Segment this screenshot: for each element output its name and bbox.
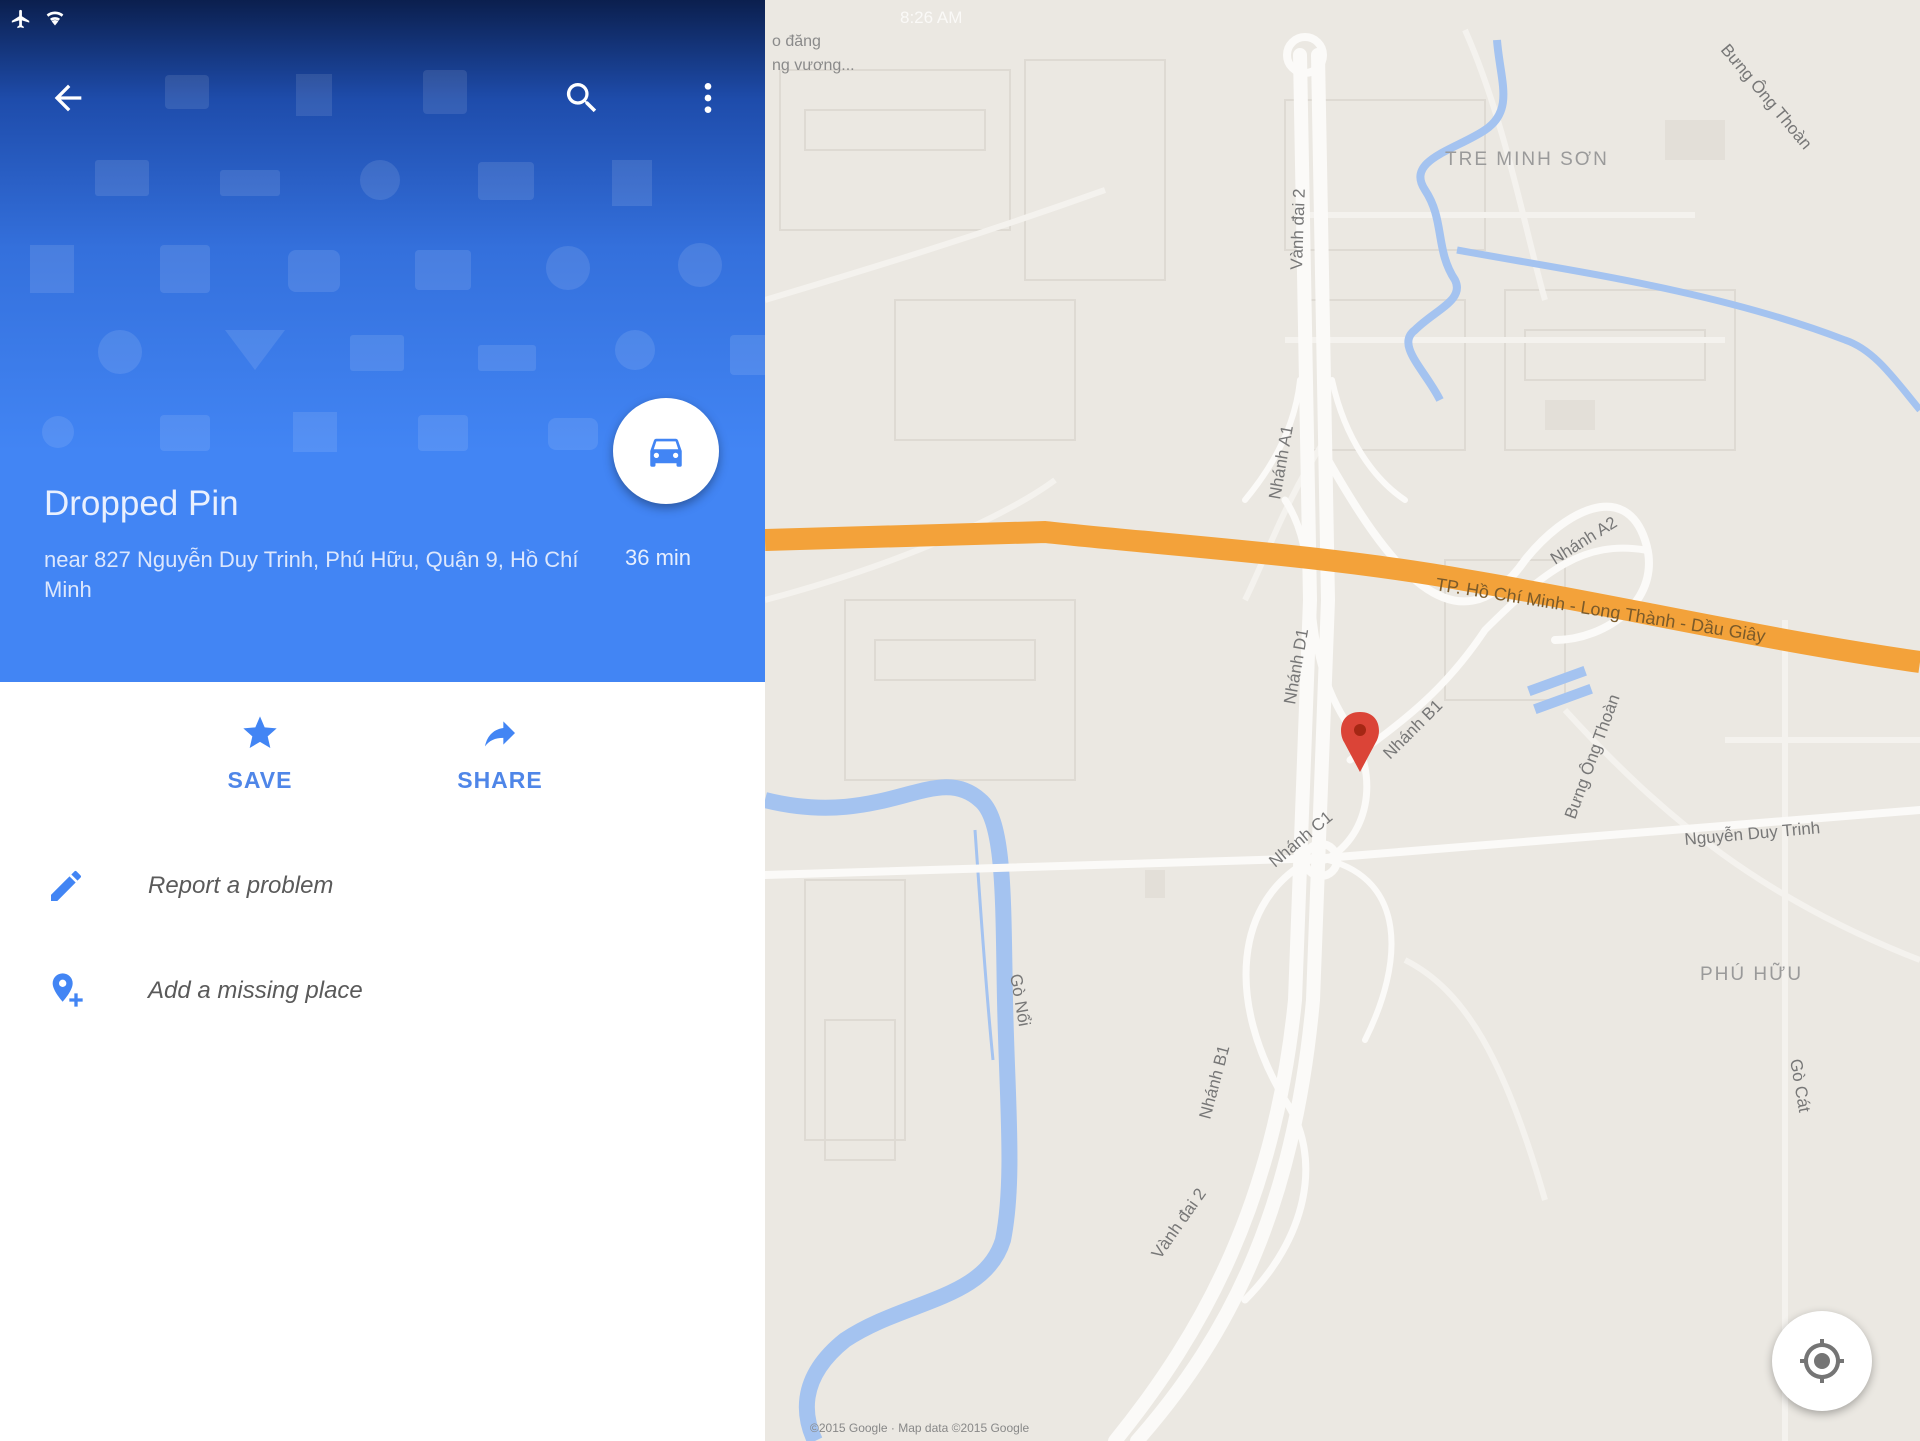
map-canvas[interactable]: Vành đai 2 Nhánh A1 Nhánh A2 Nhánh B1 Nh… bbox=[765, 0, 1920, 1441]
map-label-bung-ong-thoan-top: Bưng Ông Thoàn bbox=[1717, 40, 1816, 153]
map-label-vanh-dai-2-bottom: Vành đai 2 bbox=[1148, 1185, 1210, 1262]
pencil-icon bbox=[51, 871, 81, 901]
wifi-icon bbox=[46, 11, 64, 26]
place-address: near 827 Nguyễn Duy Trinh, Phú Hữu, Quận… bbox=[44, 547, 579, 602]
back-button[interactable] bbox=[48, 78, 88, 118]
map-label-nhanh-b1-lower: Nhánh B1 bbox=[1196, 1043, 1234, 1121]
map-corner-line-1: o đăng bbox=[772, 33, 821, 50]
place-panel: Dropped Pin near 827 Nguyễn Duy Trinh, P… bbox=[0, 0, 765, 1441]
map-label-tre-minh-son: TRE MINH SƠN bbox=[1445, 149, 1609, 170]
map-label-nhanh-a2: Nhánh A2 bbox=[1547, 513, 1620, 569]
map-label-bung-ong-thoan-mid: Bưng Ông Thoàn bbox=[1561, 692, 1624, 822]
map-corner-line-2: ng vương... bbox=[772, 57, 855, 74]
map-view[interactable]: Vành đai 2 Nhánh A1 Nhánh A2 Nhánh B1 Nh… bbox=[765, 0, 1920, 1441]
directions-button[interactable] bbox=[613, 398, 719, 504]
share-button[interactable]: SHARE bbox=[440, 713, 560, 794]
report-problem-label: Report a problem bbox=[148, 872, 334, 899]
map-pin-icon[interactable] bbox=[1341, 712, 1379, 772]
share-arrow-icon bbox=[485, 721, 515, 747]
save-button[interactable]: SAVE bbox=[200, 713, 320, 794]
report-problem-item[interactable]: Report a problem bbox=[0, 852, 765, 922]
my-location-icon bbox=[1800, 1339, 1844, 1383]
more-options-button[interactable] bbox=[688, 78, 728, 118]
star-icon bbox=[243, 716, 277, 748]
share-label: SHARE bbox=[457, 767, 543, 793]
map-attribution: ©2015 Google · Map data ©2015 Google bbox=[810, 1421, 1030, 1435]
map-corner-labels: o đăng ng vương... bbox=[772, 30, 855, 78]
drive-time: 36 min bbox=[625, 545, 692, 570]
map-label-vanh-dai-2-top: Vành đai 2 bbox=[1287, 188, 1309, 270]
add-missing-place-label: Add a missing place bbox=[148, 977, 363, 1004]
place-category-pattern bbox=[30, 70, 765, 452]
map-label-phu-huu: PHÚ HỮU bbox=[1700, 963, 1803, 985]
car-icon bbox=[650, 438, 682, 467]
airplane-mode-icon bbox=[11, 9, 30, 29]
add-place-icon bbox=[52, 973, 83, 1007]
status-time: 8:26 AM bbox=[900, 8, 963, 27]
my-location-button[interactable] bbox=[1772, 1311, 1872, 1411]
add-missing-place-item[interactable]: Add a missing place bbox=[0, 957, 765, 1027]
save-label: SAVE bbox=[227, 767, 293, 793]
search-button[interactable] bbox=[562, 78, 602, 118]
place-header-background bbox=[0, 0, 765, 452]
place-title: Dropped Pin bbox=[44, 484, 239, 523]
map-label-go-cat: Gò Cát bbox=[1786, 1057, 1814, 1114]
